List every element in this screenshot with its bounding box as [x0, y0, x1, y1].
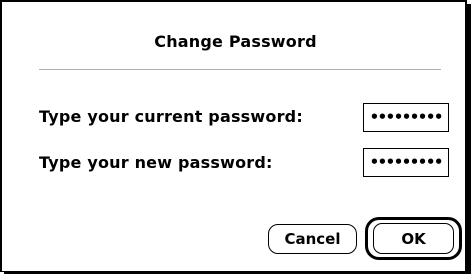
ok-button[interactable]: OK: [373, 223, 454, 254]
current-password-label: Type your current password:: [39, 107, 303, 126]
current-password-field[interactable]: •••••••••: [363, 103, 449, 132]
new-password-label: Type your new password:: [39, 153, 273, 172]
new-password-field[interactable]: •••••••••: [363, 148, 449, 177]
dialog-title: Change Password: [154, 32, 317, 51]
title-divider: [39, 69, 441, 70]
change-password-dialog: Change Password Type your current passwo…: [0, 0, 467, 272]
cancel-button[interactable]: Cancel: [268, 224, 357, 254]
